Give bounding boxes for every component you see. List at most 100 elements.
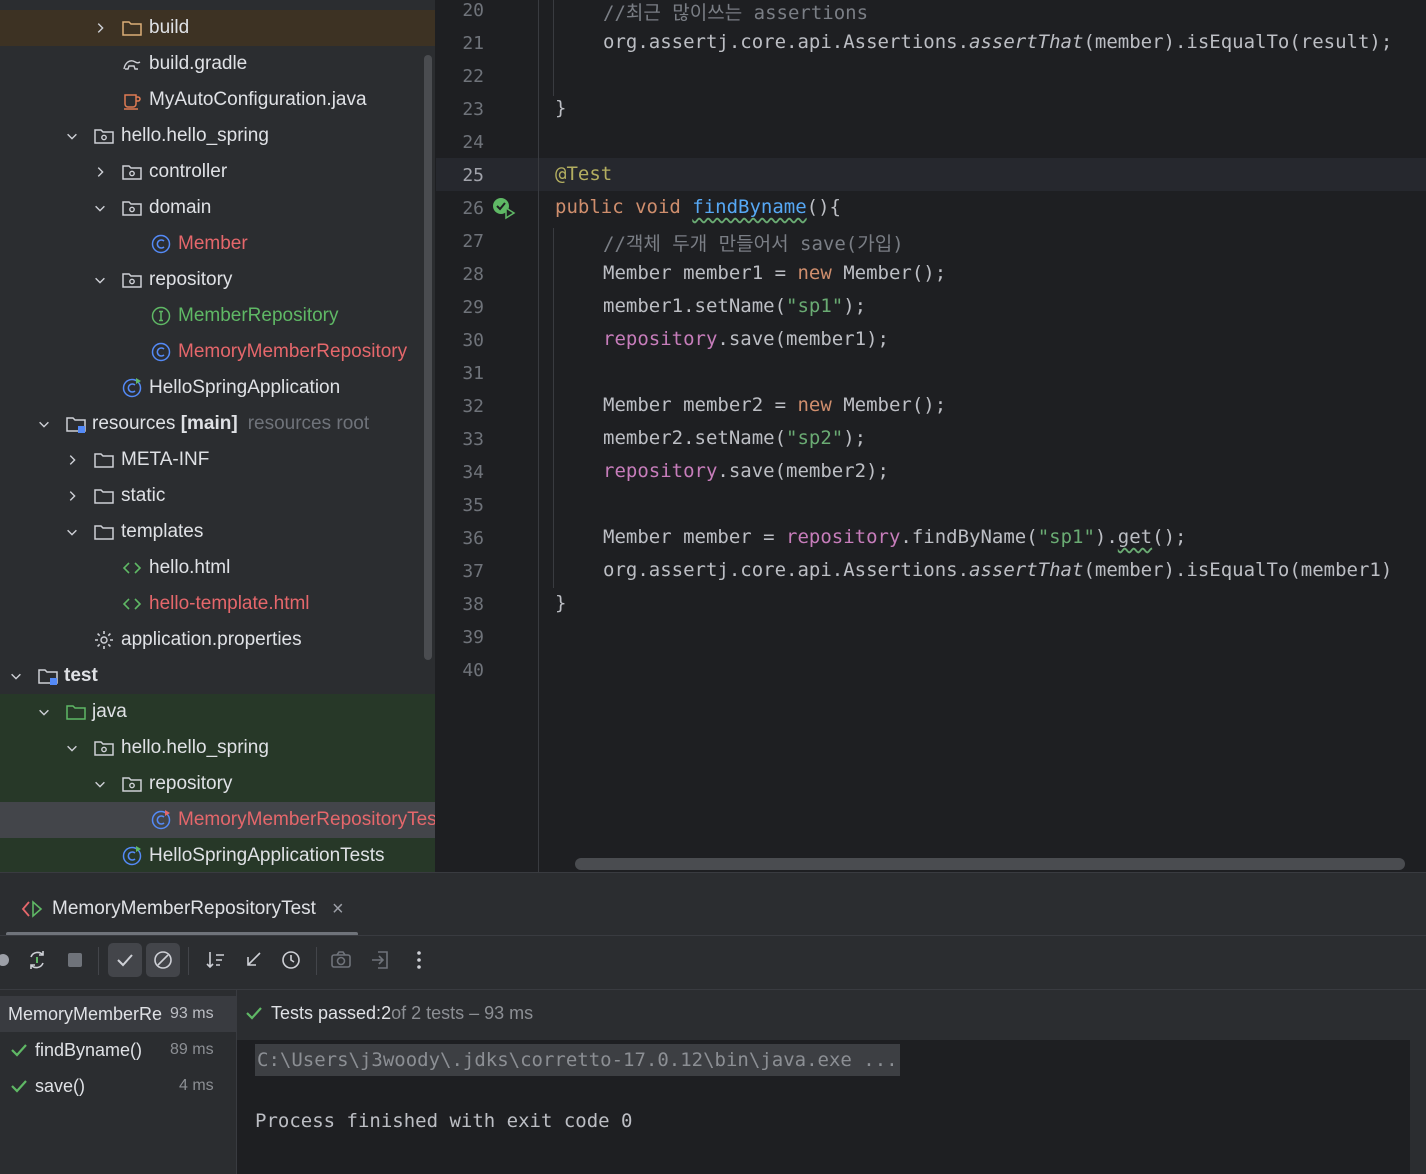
- code-line-38: }: [555, 592, 567, 614]
- chevron-down-icon[interactable]: [92, 776, 108, 792]
- line-number: 35: [462, 495, 484, 516]
- resources-root-hint: resources root: [247, 413, 370, 434]
- package-icon: [120, 196, 144, 220]
- pass-check-icon: [11, 1080, 27, 1093]
- chevron-down-icon[interactable]: [64, 524, 80, 540]
- tree-item-label: META-INF: [121, 449, 210, 470]
- stop-icon[interactable]: [58, 943, 92, 977]
- tree-item-hello-html[interactable]: hello.html: [0, 550, 435, 586]
- test-results-tree: MemoryMemberRe 93 ms findByname() 89 ms …: [0, 990, 236, 1174]
- code-line-29: member1.setName("sp1");: [603, 295, 867, 317]
- tree-item-test-package-hello-hello-spring[interactable]: hello.hello_spring: [0, 730, 435, 766]
- folder-icon: [92, 448, 116, 472]
- test-case-row[interactable]: save() 4 ms: [0, 1068, 236, 1104]
- test-suite-row[interactable]: MemoryMemberRe 93 ms: [0, 996, 236, 1032]
- chevron-down-icon[interactable]: [92, 272, 108, 288]
- chevron-right-icon[interactable]: [92, 20, 108, 36]
- tree-item-java[interactable]: java: [0, 694, 435, 730]
- tree-item-hello-template-html[interactable]: hello-template.html: [0, 586, 435, 622]
- tree-item-build[interactable]: build: [0, 10, 435, 46]
- line-number: 33: [462, 429, 484, 450]
- tree-item-label: HelloSpringApplicationTests: [149, 845, 385, 866]
- export-icon[interactable]: [364, 943, 398, 977]
- tree-item-test[interactable]: test: [0, 658, 435, 694]
- rerun-failed-icon[interactable]: [20, 943, 54, 977]
- chevron-right-icon[interactable]: [64, 488, 80, 504]
- package-icon: [92, 736, 116, 760]
- line-number: 29: [462, 297, 484, 318]
- tree-item-resources[interactable]: resources [main] resources root: [0, 406, 435, 442]
- line-number: 20: [462, 0, 484, 21]
- package-icon: [120, 268, 144, 292]
- chevron-down-icon[interactable]: [36, 704, 52, 720]
- tree-item-repository[interactable]: repository: [0, 262, 435, 298]
- code-line-25: @Test: [555, 163, 613, 185]
- tree-item-memorymemberrepository[interactable]: MemoryMemberRepository: [0, 334, 435, 370]
- editor-horizontal-scrollbar[interactable]: [575, 858, 1405, 870]
- more-options-icon[interactable]: [402, 943, 436, 977]
- console-exit-message: Process finished with exit code 0: [255, 1110, 633, 1132]
- tree-item-meta-inf[interactable]: META-INF: [0, 442, 435, 478]
- chevron-down-icon[interactable]: [36, 416, 52, 432]
- class-icon: [149, 340, 173, 364]
- sort-icon[interactable]: [198, 943, 232, 977]
- camera-icon[interactable]: [324, 943, 358, 977]
- close-icon[interactable]: ×: [332, 898, 344, 921]
- code-line-30: repository.save(member1);: [603, 328, 889, 350]
- show-passed-toggle[interactable]: [108, 943, 142, 977]
- status-suffix: of 2 tests – 93 ms: [391, 1002, 534, 1023]
- tree-item-memberrepository[interactable]: MemberRepository: [0, 298, 435, 334]
- tree-scrollbar[interactable]: [424, 55, 432, 660]
- tree-item-test-repository[interactable]: repository: [0, 766, 435, 802]
- run-test-gutter-icon[interactable]: [491, 196, 517, 222]
- line-number: 28: [462, 264, 484, 285]
- run-toolbar: [0, 943, 1426, 985]
- show-ignored-toggle[interactable]: [146, 943, 180, 977]
- line-number: 24: [462, 132, 484, 153]
- interface-icon: [149, 304, 173, 328]
- chevron-down-icon[interactable]: [92, 200, 108, 216]
- test-run-icon: [20, 897, 44, 921]
- tree-item-hellospringapplication[interactable]: HelloSpringApplication: [0, 370, 435, 406]
- line-number: 34: [462, 462, 484, 483]
- tree-item-static[interactable]: static: [0, 478, 435, 514]
- chevron-down-icon[interactable]: [8, 668, 24, 684]
- chevron-right-icon[interactable]: [64, 452, 80, 468]
- line-number: 26: [462, 198, 484, 219]
- tree-item-label: build.gradle: [149, 53, 248, 74]
- history-icon[interactable]: [274, 943, 308, 977]
- pass-check-icon: [11, 1044, 27, 1057]
- tree-item-templates[interactable]: templates: [0, 514, 435, 550]
- gear-icon: [92, 628, 116, 652]
- tree-item-myautoconfiguration[interactable]: MyAutoConfiguration.java: [0, 82, 435, 118]
- test-case-row[interactable]: findByname() 89 ms: [0, 1032, 236, 1068]
- tree-item-domain[interactable]: domain: [0, 190, 435, 226]
- line-number: 32: [462, 396, 484, 417]
- chevron-down-icon[interactable]: [64, 128, 80, 144]
- tree-item-label: java: [92, 701, 127, 722]
- tree-item-hellospringapplicationtests[interactable]: HelloSpringApplicationTests: [0, 838, 435, 872]
- tree-item-member[interactable]: Member: [0, 226, 435, 262]
- resources-folder-icon: [64, 412, 88, 436]
- collapse-icon[interactable]: [236, 943, 270, 977]
- rerun-icon[interactable]: [0, 943, 20, 977]
- tree-item-label: hello.hello_spring: [121, 125, 269, 146]
- line-number: 31: [462, 363, 484, 384]
- line-number: 40: [462, 660, 484, 681]
- tree-item-build-gradle[interactable]: build.gradle: [0, 46, 435, 82]
- chevron-down-icon[interactable]: [64, 740, 80, 756]
- pass-check-icon: [246, 1007, 262, 1020]
- tree-item-label: repository: [149, 773, 233, 794]
- tree-item-controller[interactable]: controller: [0, 154, 435, 190]
- tree-item-application-properties[interactable]: application.properties: [0, 622, 435, 658]
- console-command-line[interactable]: C:\Users\j3woody\.jdks\corretto-17.0.12\…: [255, 1044, 900, 1076]
- tree-item-package-hello-hello-spring[interactable]: hello.hello_spring: [0, 118, 435, 154]
- tree-item-label: hello.html: [149, 557, 231, 578]
- line-number: 27: [462, 231, 484, 252]
- chevron-right-icon[interactable]: [92, 164, 108, 180]
- tree-item-label: resources [main] resources root: [92, 413, 370, 434]
- tree-item-memorymemberrepositorytest[interactable]: MemoryMemberRepositoryTest: [0, 802, 435, 838]
- tree-item-label: hello.hello_spring: [121, 737, 269, 758]
- console-output[interactable]: C:\Users\j3woody\.jdks\corretto-17.0.12\…: [237, 1040, 1410, 1174]
- run-tab[interactable]: MemoryMemberRepositoryTest ×: [20, 891, 344, 927]
